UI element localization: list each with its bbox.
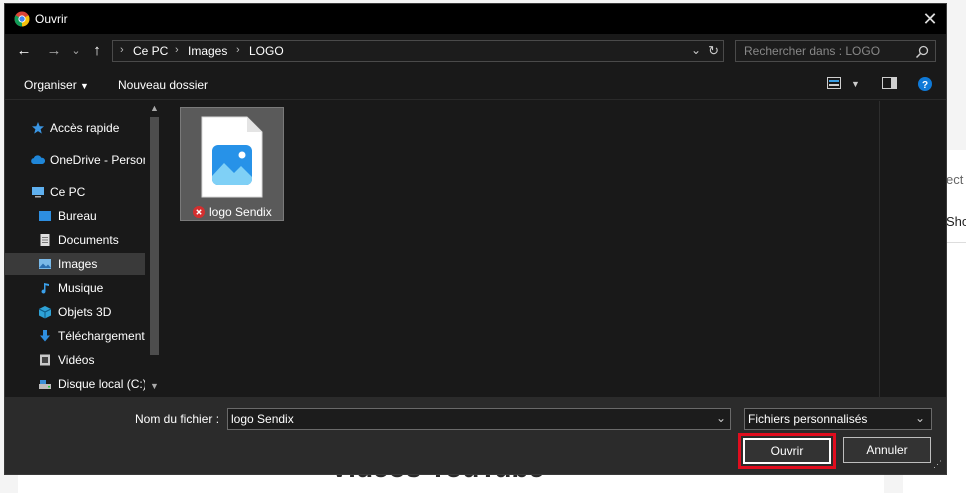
sidebar-item-onedrive[interactable]: OneDrive - Personnel: [5, 149, 145, 171]
recent-locations-button[interactable]: ⌄: [67, 42, 85, 60]
dialog-footer: Nom du fichier : logo Sendix ⌄ Fichiers …: [5, 397, 946, 474]
search-icon: [915, 45, 929, 59]
drive-icon: [39, 380, 51, 389]
image-file-icon: [201, 116, 263, 198]
file-name-text: logo Sendix: [209, 205, 272, 219]
filename-field[interactable]: logo Sendix ⌄: [227, 408, 731, 430]
search-placeholder: Rechercher dans : LOGO: [744, 44, 881, 58]
sidebar-item-label: OneDrive - Personnel: [50, 153, 145, 167]
breadcrumb-this-pc[interactable]: Ce PC: [133, 44, 168, 58]
sidebar-item-label: Disque local (C:): [58, 377, 145, 391]
sidebar-item-label: Vidéos: [58, 353, 95, 367]
music-icon: [41, 283, 49, 294]
sidebar-item-label: Images: [58, 257, 98, 271]
sidebar-item-images[interactable]: Images: [5, 253, 145, 275]
objects3d-icon: [38, 306, 52, 319]
sidebar-item-this-pc[interactable]: Ce PC: [5, 181, 145, 203]
sidebar-item-documents[interactable]: Documents: [5, 229, 145, 251]
file-item[interactable]: logo Sendix: [180, 107, 284, 221]
breadcrumb-images[interactable]: Images: [188, 44, 227, 58]
videos-icon: [40, 354, 50, 366]
chevron-down-icon[interactable]: ⌄: [691, 43, 701, 57]
breadcrumb-separator: ›: [175, 44, 179, 56]
preview-pane: [879, 101, 946, 397]
caret-down-icon[interactable]: ▼: [851, 79, 860, 89]
navigation-bar: ← → ⌄ ↑ › Ce PC › Images › LOGO ⌄ ↻ Rech…: [5, 34, 946, 70]
sidebar-item-quick-access[interactable]: Accès rapide: [5, 117, 145, 139]
address-bar[interactable]: › Ce PC › Images › LOGO ⌄ ↻: [112, 40, 724, 62]
sidebar-item-label: Ce PC: [50, 185, 86, 199]
computer-icon: [32, 187, 44, 198]
title-bar: Ouvrir ✕: [5, 4, 946, 34]
view-options-icon[interactable]: [827, 77, 841, 89]
dialog-title: Ouvrir: [35, 12, 68, 26]
command-toolbar: Organiser ▼ Nouveau dossier ▼ ?: [5, 70, 946, 100]
error-icon: [193, 206, 205, 218]
cloud-icon: [31, 155, 46, 164]
documents-icon: [40, 234, 50, 246]
refresh-icon[interactable]: ↻: [708, 43, 719, 59]
sidebar-item-label: Téléchargements: [58, 329, 145, 343]
sidebar-item-downloads[interactable]: Téléchargements: [5, 325, 145, 347]
back-button[interactable]: ←: [15, 42, 33, 60]
sidebar-item-label: Accès rapide: [50, 121, 120, 135]
new-folder-button[interactable]: Nouveau dossier: [118, 78, 208, 92]
sidebar-scrollbar[interactable]: ▲ ▼: [148, 101, 161, 397]
sidebar-item-local-disk[interactable]: Disque local (C:): [5, 373, 145, 395]
preview-pane-icon[interactable]: [882, 77, 897, 89]
page-divider: [946, 242, 966, 243]
breadcrumb-logo[interactable]: LOGO: [249, 44, 284, 58]
sidebar-item-label: Bureau: [58, 209, 97, 223]
chevron-down-icon: ⌄: [914, 411, 925, 425]
download-icon: [40, 330, 50, 342]
sidebar-item-label: Musique: [58, 281, 104, 295]
sidebar-item-label: Objets 3D: [58, 305, 112, 319]
svg-text:?: ?: [922, 80, 928, 91]
page-side-text: Sho: [946, 214, 966, 229]
organize-menu[interactable]: Organiser ▼: [24, 78, 89, 92]
sidebar-item-label: Documents: [58, 233, 119, 247]
cancel-button[interactable]: Annuler: [843, 437, 931, 463]
help-icon[interactable]: ?: [918, 77, 932, 91]
navigation-pane: Accès rapide OneDrive - Personnel Ce PC …: [5, 101, 161, 397]
open-file-dialog: Ouvrir ✕ ← → ⌄ ↑ › Ce PC › Images › LOGO…: [4, 3, 947, 475]
chevron-up-icon[interactable]: ▲: [148, 103, 161, 115]
breadcrumb-separator: ›: [120, 44, 124, 56]
organize-label: Organiser: [24, 78, 77, 92]
file-name: logo Sendix: [193, 205, 272, 219]
file-list: logo Sendix: [165, 101, 879, 397]
filename-label: Nom du fichier :: [135, 412, 220, 426]
desktop-icon: [39, 211, 51, 221]
caret-down-icon: ▼: [80, 81, 89, 91]
sidebar-item-3d-objects[interactable]: Objets 3D: [5, 301, 145, 323]
sidebar-item-desktop[interactable]: Bureau: [5, 205, 145, 227]
chevron-down-icon[interactable]: ⌄: [716, 411, 726, 425]
filetype-value: Fichiers personnalisés: [748, 412, 868, 426]
close-button[interactable]: ✕: [918, 7, 942, 31]
sidebar-item-videos[interactable]: Vidéos: [5, 349, 145, 371]
filetype-select[interactable]: Fichiers personnalisés ⌄: [744, 408, 932, 430]
filename-value: logo Sendix: [231, 412, 294, 426]
images-icon: [39, 259, 51, 269]
page-side-text: ect: [946, 172, 964, 187]
up-button[interactable]: ↑: [88, 42, 106, 60]
search-input[interactable]: Rechercher dans : LOGO: [735, 40, 936, 62]
open-button[interactable]: Ouvrir: [743, 438, 831, 464]
forward-button[interactable]: →: [45, 42, 63, 60]
chrome-icon: [14, 11, 30, 27]
star-icon: [32, 122, 44, 134]
resize-grip-icon[interactable]: ⋰: [933, 459, 945, 471]
breadcrumb-separator: ›: [236, 44, 240, 56]
sidebar-item-music[interactable]: Musique: [5, 277, 145, 299]
chevron-down-icon[interactable]: ▼: [148, 381, 161, 393]
scrollbar-thumb[interactable]: [150, 117, 159, 355]
